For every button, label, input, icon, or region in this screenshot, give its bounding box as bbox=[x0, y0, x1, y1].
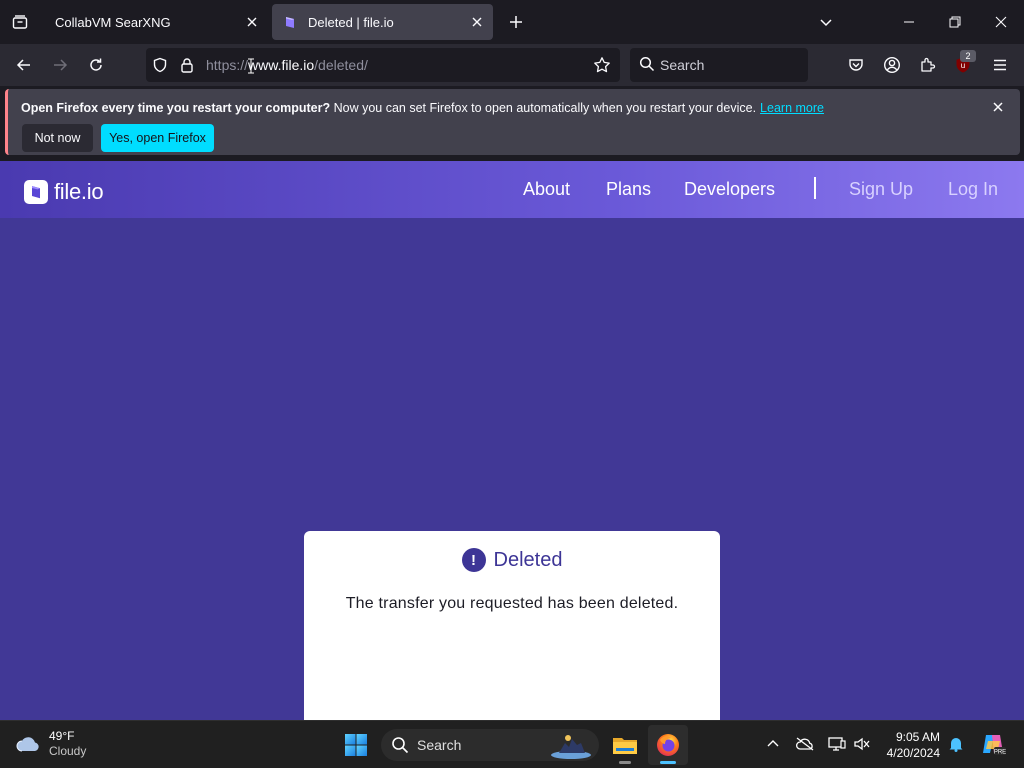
nav-about[interactable]: About bbox=[523, 179, 570, 200]
windows-start-icon[interactable] bbox=[336, 725, 376, 765]
url-prefix: https:// bbox=[206, 57, 249, 73]
notification-bar: Open Firefox every time you restart your… bbox=[5, 89, 1020, 155]
logo-text: file.io bbox=[54, 179, 104, 204]
account-icon[interactable] bbox=[876, 49, 908, 81]
tab-favicon-icon bbox=[282, 14, 298, 30]
plus-icon[interactable] bbox=[502, 8, 530, 36]
nav-log-in[interactable]: Log In bbox=[948, 179, 998, 200]
star-icon[interactable] bbox=[593, 56, 611, 74]
taskbar-search[interactable] bbox=[381, 729, 599, 761]
notification-bold-text: Open Firefox every time you restart your… bbox=[21, 101, 331, 115]
close-icon[interactable] bbox=[990, 99, 1006, 115]
tab-deleted-fileio[interactable]: Deleted | file.io bbox=[272, 4, 493, 40]
not-now-button[interactable]: Not now bbox=[22, 124, 93, 152]
notification-text: Now you can set Firefox to open automati… bbox=[333, 101, 757, 115]
extension-badge: 2 bbox=[960, 50, 976, 62]
weather-desc: Cloudy bbox=[49, 744, 87, 758]
reload-icon[interactable] bbox=[80, 49, 112, 81]
card-title: ! Deleted bbox=[304, 548, 720, 572]
close-icon[interactable] bbox=[978, 0, 1024, 44]
search-icon bbox=[391, 736, 409, 759]
url-host: www.file.io bbox=[248, 57, 315, 73]
page-content: file.io About Plans Developers Sign Up L… bbox=[0, 161, 1024, 720]
volume-muted-icon[interactable] bbox=[851, 733, 873, 755]
navigation-toolbar: https://www.file.io/deleted/ u bbox=[0, 44, 1024, 86]
search-bar[interactable] bbox=[630, 48, 808, 82]
deleted-card: ! Deleted The transfer you requested has… bbox=[304, 531, 720, 720]
copilot-icon[interactable]: PRE bbox=[980, 731, 1006, 757]
forward-icon bbox=[44, 49, 76, 81]
svg-text:u: u bbox=[961, 61, 965, 70]
minimize-icon[interactable] bbox=[886, 0, 932, 44]
close-icon[interactable] bbox=[465, 10, 489, 34]
file-explorer-icon[interactable] bbox=[605, 725, 645, 765]
chevron-down-icon[interactable] bbox=[812, 8, 840, 36]
tab-list-icon[interactable] bbox=[0, 0, 40, 44]
clock-time: 9:05 AM bbox=[895, 730, 940, 744]
tab-strip: CollabVM SearXNG Deleted | file.io bbox=[0, 0, 1024, 44]
back-icon[interactable] bbox=[8, 49, 40, 81]
svg-text:PRE: PRE bbox=[994, 750, 1006, 756]
weather-text: 49°F Cloudy bbox=[49, 729, 86, 759]
learn-more-link[interactable]: Learn more bbox=[760, 101, 824, 115]
exclamation-icon: ! bbox=[461, 548, 486, 572]
tab-title: Deleted | file.io bbox=[308, 14, 394, 30]
pocket-icon[interactable] bbox=[840, 49, 872, 81]
notification-message: Open Firefox every time you restart your… bbox=[21, 101, 824, 115]
cloud-icon bbox=[16, 737, 39, 752]
bell-icon[interactable] bbox=[945, 733, 967, 755]
card-message: The transfer you requested has been dele… bbox=[345, 595, 679, 612]
nav-developers[interactable]: Developers bbox=[684, 179, 775, 200]
menu-icon[interactable] bbox=[984, 49, 1016, 81]
onedrive-icon[interactable] bbox=[794, 733, 816, 755]
clock[interactable]: 9:05 AM 4/20/2024 bbox=[872, 729, 940, 761]
display-icon[interactable] bbox=[826, 733, 848, 755]
site-header: file.io About Plans Developers Sign Up L… bbox=[0, 161, 1024, 218]
search-icon bbox=[639, 56, 657, 74]
running-indicator bbox=[619, 761, 631, 764]
site-logo[interactable]: file.io bbox=[24, 179, 104, 205]
tab-title: CollabVM SearXNG bbox=[55, 14, 171, 30]
weather-widget[interactable]: 49°F Cloudy bbox=[14, 729, 86, 759]
lock-icon[interactable] bbox=[178, 56, 196, 74]
fileio-logo-icon bbox=[24, 180, 48, 204]
nav-sign-up[interactable]: Sign Up bbox=[849, 179, 913, 200]
restore-icon[interactable] bbox=[932, 0, 978, 44]
taskbar-search-input[interactable] bbox=[417, 736, 547, 754]
taskbar: 49°F Cloudy 9:05 AM 4/20/2024 bbox=[0, 720, 1024, 768]
card-title-text: Deleted bbox=[493, 548, 563, 571]
firefox-icon[interactable] bbox=[648, 725, 688, 765]
text-cursor-icon bbox=[248, 58, 254, 74]
extensions-icon[interactable] bbox=[912, 49, 944, 81]
clock-date: 4/20/2024 bbox=[886, 746, 940, 760]
nav-divider bbox=[814, 177, 816, 199]
url-path: /deleted/ bbox=[314, 57, 368, 73]
active-indicator bbox=[660, 761, 676, 764]
weather-temp: 49°F bbox=[49, 729, 75, 743]
tab-collabvm-searxng[interactable]: CollabVM SearXNG bbox=[44, 4, 268, 40]
url-bar[interactable]: https://www.file.io/deleted/ bbox=[146, 48, 620, 82]
search-input[interactable] bbox=[660, 56, 800, 74]
chevron-up-icon[interactable] bbox=[762, 733, 784, 755]
search-highlight-icon bbox=[549, 731, 593, 764]
url-text[interactable]: https://www.file.io/deleted/ bbox=[206, 57, 368, 73]
nav-plans[interactable]: Plans bbox=[606, 179, 651, 200]
close-icon[interactable] bbox=[240, 10, 264, 34]
yes-open-firefox-button[interactable]: Yes, open Firefox bbox=[101, 124, 214, 152]
shield-icon[interactable] bbox=[151, 56, 169, 74]
